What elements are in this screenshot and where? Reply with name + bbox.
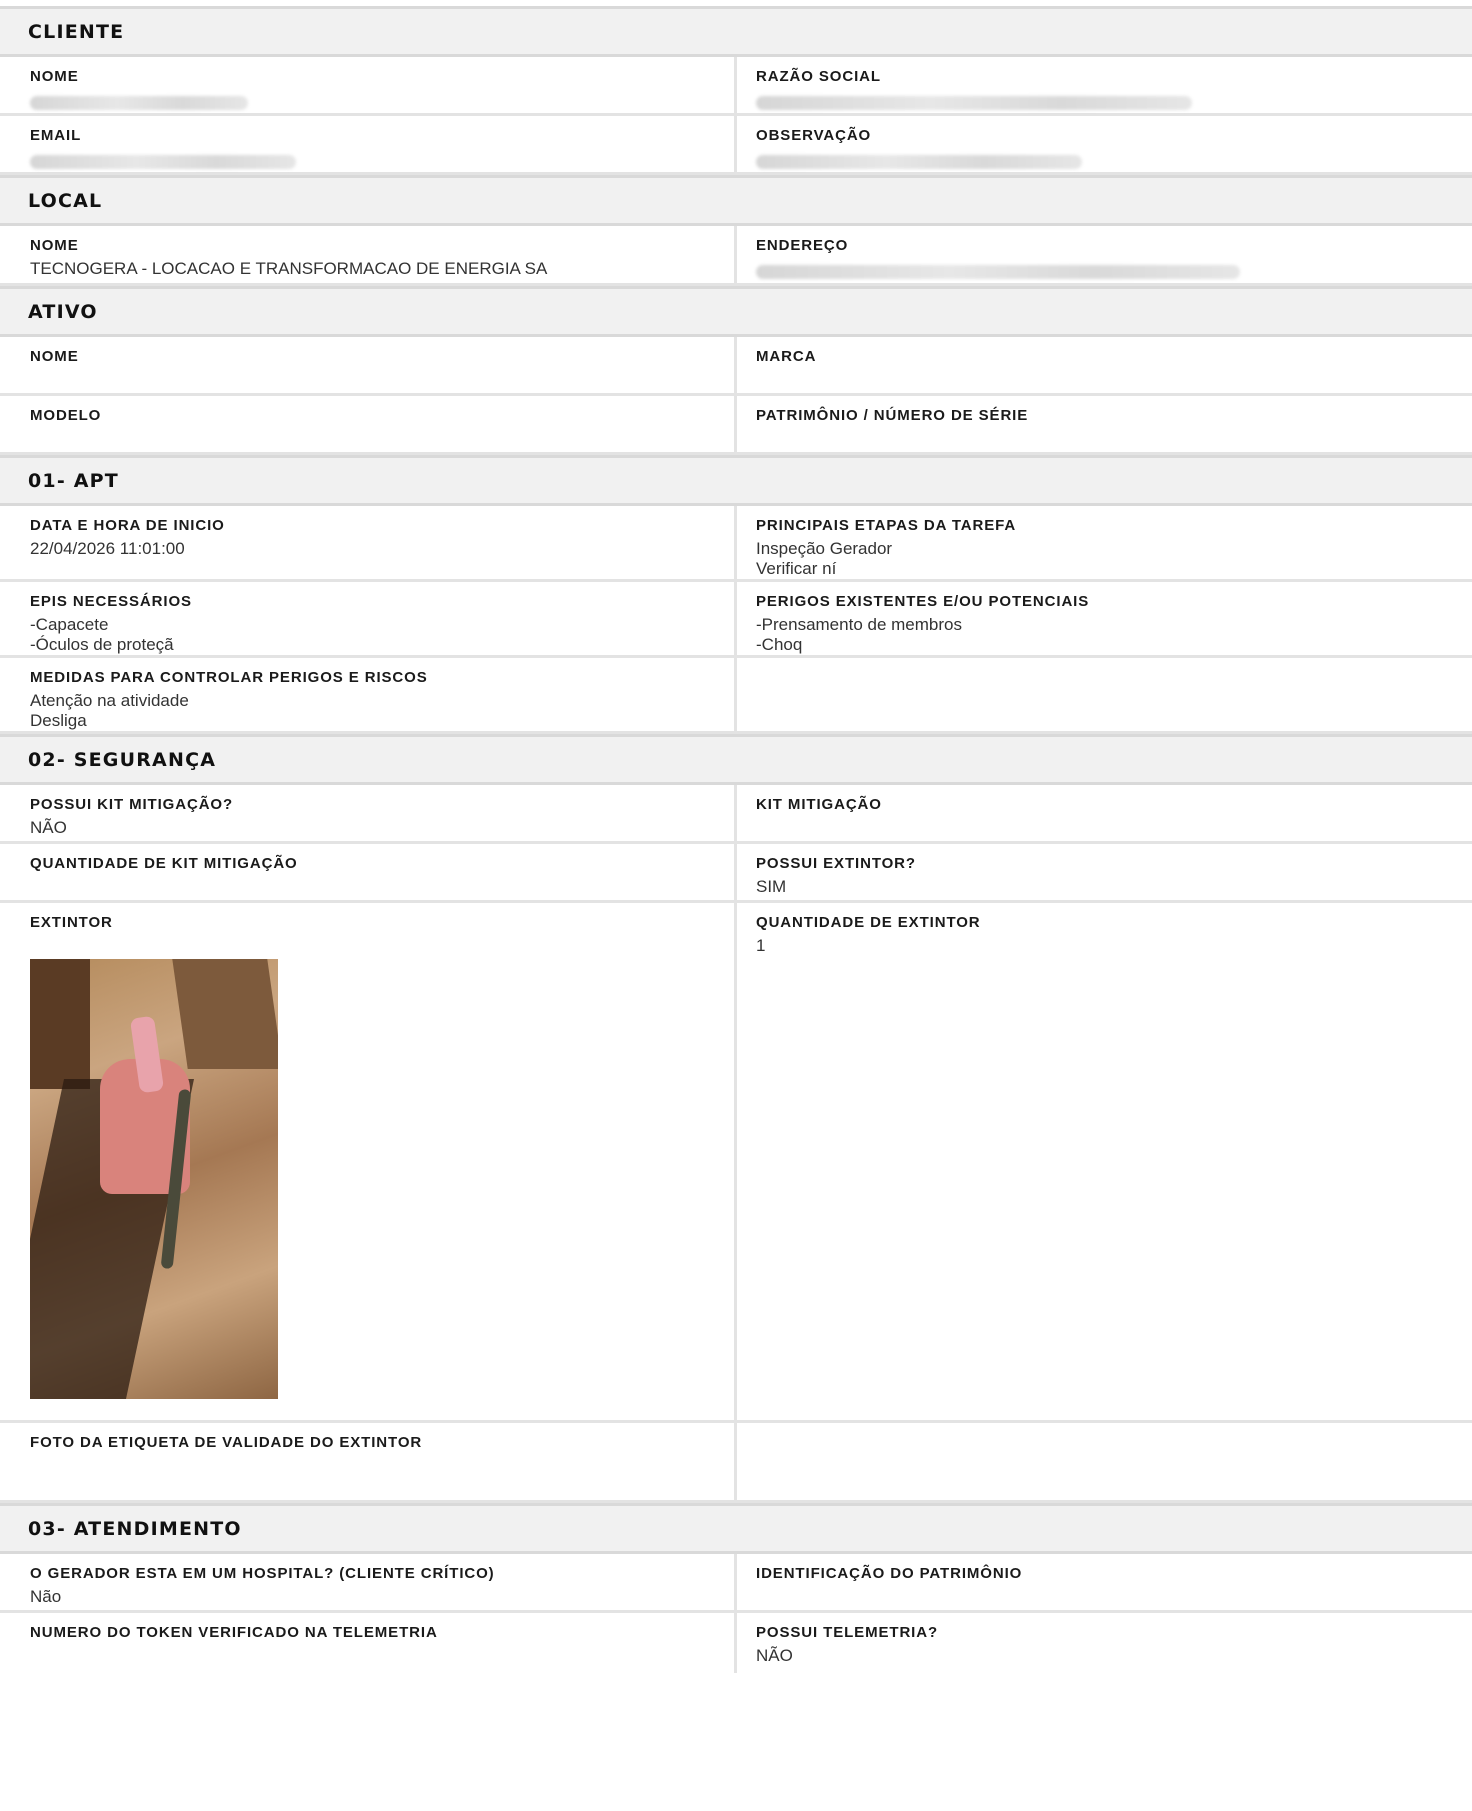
ativo-marca-field: MARCA xyxy=(734,337,1472,393)
cliente-razao-social-field: RAZÃO SOCIAL xyxy=(734,57,1472,113)
field-value: NÃO xyxy=(756,1646,793,1665)
seguranca-row-4: FOTO DA ETIQUETA DE VALIDADE DO EXTINTOR xyxy=(0,1423,1472,1503)
field-label: QUANTIDADE DE KIT MITIGAÇÃO xyxy=(30,855,298,872)
local-endereco-field: ENDEREÇO xyxy=(734,226,1472,283)
cliente-row-2: EMAIL OBSERVAÇÃO xyxy=(0,116,1472,175)
field-label: POSSUI EXTINTOR? xyxy=(756,855,916,872)
cliente-email-field: EMAIL xyxy=(0,116,734,172)
apt-data-field: DATA E HORA DE INICIO 22/04/2026 11:01:0… xyxy=(0,506,734,579)
apt-etapas-field: PRINCIPAIS ETAPAS DA TAREFA Inspeção Ger… xyxy=(734,506,1472,579)
field-label: QUANTIDADE DE EXTINTOR xyxy=(756,914,981,931)
field-value: NÃO xyxy=(30,818,67,837)
field-value: TECNOGERA - LOCACAO E TRANSFORMACAO DE E… xyxy=(30,259,548,278)
section-header-apt: 01- APT xyxy=(0,455,1472,506)
atendimento-hospital-field: O GERADOR ESTA EM UM HOSPITAL? (CLIENTE … xyxy=(0,1554,734,1610)
seguranca-row-3: EXTINTOR QUANTIDADE DE EXTINTOR 1 xyxy=(0,903,1472,1423)
field-label: NOME xyxy=(30,237,79,254)
seguranca-row-2: QUANTIDADE DE KIT MITIGAÇÃO POSSUI EXTIN… xyxy=(0,844,1472,903)
section-header-cliente: CLIENTE xyxy=(0,6,1472,57)
field-label: O GERADOR ESTA EM UM HOSPITAL? (CLIENTE … xyxy=(30,1565,495,1582)
empty-cell xyxy=(734,1423,1472,1500)
field-value: Inspeção Gerador Verificar ní xyxy=(756,539,893,578)
field-label: POSSUI KIT MITIGAÇÃO? xyxy=(30,796,234,813)
field-label: NOME xyxy=(30,68,79,85)
seguranca-possui-extintor-field: POSSUI EXTINTOR? SIM xyxy=(734,844,1472,900)
field-label: NUMERO DO TOKEN VERIFICADO NA TELEMETRIA xyxy=(30,1624,438,1641)
field-label: PATRIMÔNIO / NÚMERO DE SÉRIE xyxy=(756,407,1029,424)
atendimento-token-field: NUMERO DO TOKEN VERIFICADO NA TELEMETRIA xyxy=(0,1613,734,1673)
field-value: 22/04/2026 11:01:00 xyxy=(30,539,185,558)
ativo-row-1: NOME MARCA xyxy=(0,337,1472,396)
photo-detail xyxy=(172,959,278,1069)
ativo-nome-field: NOME xyxy=(0,337,734,393)
field-value: -Capacete -Óculos de proteçã xyxy=(30,615,174,654)
section-header-local: LOCAL xyxy=(0,175,1472,226)
local-nome-field: NOME TECNOGERA - LOCACAO E TRANSFORMACAO… xyxy=(0,226,734,283)
field-label: KIT MITIGAÇÃO xyxy=(756,796,882,813)
seguranca-kit-field: KIT MITIGAÇÃO xyxy=(734,785,1472,841)
seguranca-qtd-kit-field: QUANTIDADE DE KIT MITIGAÇÃO xyxy=(0,844,734,900)
empty-cell xyxy=(734,658,1472,731)
field-label: EXTINTOR xyxy=(30,914,113,931)
field-label: EPIS NECESSÁRIOS xyxy=(30,593,192,610)
field-label: EMAIL xyxy=(30,127,82,144)
field-label: POSSUI TELEMETRIA? xyxy=(756,1624,939,1641)
apt-perigos-field: PERIGOS EXISTENTES E/OU POTENCIAIS -Pren… xyxy=(734,582,1472,655)
field-value: Não xyxy=(30,1587,62,1606)
field-value: -Prensamento de membros -Choq xyxy=(756,615,962,654)
atendimento-row-1: O GERADOR ESTA EM UM HOSPITAL? (CLIENTE … xyxy=(0,1554,1472,1613)
apt-row-3: MEDIDAS PARA CONTROLAR PERIGOS E RISCOS … xyxy=(0,658,1472,734)
cliente-observacao-field: OBSERVAÇÃO xyxy=(734,116,1472,172)
field-value: Atenção na atividade Desliga xyxy=(30,691,189,730)
field-label: IDENTIFICAÇÃO DO PATRIMÔNIO xyxy=(756,1565,1023,1582)
photo-detail xyxy=(30,959,90,1089)
report: CLIENTE NOME RAZÃO SOCIAL EMAIL OBSERVAÇ… xyxy=(0,6,1472,1673)
redacted-value xyxy=(756,96,1192,110)
seguranca-extintor-field: EXTINTOR xyxy=(0,903,734,1420)
ativo-modelo-field: MODELO xyxy=(0,396,734,452)
field-label: RAZÃO SOCIAL xyxy=(756,68,881,85)
field-label: FOTO DA ETIQUETA DE VALIDADE DO EXTINTOR xyxy=(30,1434,423,1451)
section-header-seguranca: 02- SEGURANÇA xyxy=(0,734,1472,785)
apt-row-1: DATA E HORA DE INICIO 22/04/2026 11:01:0… xyxy=(0,506,1472,582)
field-label: MODELO xyxy=(30,407,102,424)
redacted-value xyxy=(756,265,1240,279)
atendimento-telemetria-field: POSSUI TELEMETRIA? NÃO xyxy=(734,1613,1472,1673)
seguranca-row-1: POSSUI KIT MITIGAÇÃO? NÃO KIT MITIGAÇÃO xyxy=(0,785,1472,844)
field-label: DATA E HORA DE INICIO xyxy=(30,517,225,534)
redacted-value xyxy=(30,96,248,110)
field-value: 1 xyxy=(756,936,766,955)
apt-epis-field: EPIS NECESSÁRIOS -Capacete -Óculos de pr… xyxy=(0,582,734,655)
ativo-row-2: MODELO PATRIMÔNIO / NÚMERO DE SÉRIE xyxy=(0,396,1472,455)
field-label: OBSERVAÇÃO xyxy=(756,127,872,144)
seguranca-foto-etiqueta-field: FOTO DA ETIQUETA DE VALIDADE DO EXTINTOR xyxy=(0,1423,734,1500)
atendimento-row-2: NUMERO DO TOKEN VERIFICADO NA TELEMETRIA… xyxy=(0,1613,1472,1673)
field-label: NOME xyxy=(30,348,79,365)
atendimento-identificacao-field: IDENTIFICAÇÃO DO PATRIMÔNIO xyxy=(734,1554,1472,1610)
field-label: MARCA xyxy=(756,348,817,365)
redacted-value xyxy=(756,155,1082,169)
seguranca-possui-kit-field: POSSUI KIT MITIGAÇÃO? NÃO xyxy=(0,785,734,841)
apt-row-2: EPIS NECESSÁRIOS -Capacete -Óculos de pr… xyxy=(0,582,1472,658)
ativo-patrimonio-field: PATRIMÔNIO / NÚMERO DE SÉRIE xyxy=(734,396,1472,452)
field-label: MEDIDAS PARA CONTROLAR PERIGOS E RISCOS xyxy=(30,669,428,686)
field-label: ENDEREÇO xyxy=(756,237,849,254)
section-header-atendimento: 03- ATENDIMENTO xyxy=(0,1503,1472,1554)
field-label: PRINCIPAIS ETAPAS DA TAREFA xyxy=(756,517,1017,534)
cliente-nome-field: NOME xyxy=(0,57,734,113)
seguranca-qtd-extintor-field: QUANTIDADE DE EXTINTOR 1 xyxy=(734,903,1472,1420)
redacted-value xyxy=(30,155,296,169)
section-header-ativo: ATIVO xyxy=(0,286,1472,337)
field-label: PERIGOS EXISTENTES E/OU POTENCIAIS xyxy=(756,593,1090,610)
field-value: SIM xyxy=(756,877,787,896)
local-row-1: NOME TECNOGERA - LOCACAO E TRANSFORMACAO… xyxy=(0,226,1472,286)
cliente-row-1: NOME RAZÃO SOCIAL xyxy=(0,57,1472,116)
extintor-photo[interactable] xyxy=(30,959,278,1399)
apt-medidas-field: MEDIDAS PARA CONTROLAR PERIGOS E RISCOS … xyxy=(0,658,734,731)
